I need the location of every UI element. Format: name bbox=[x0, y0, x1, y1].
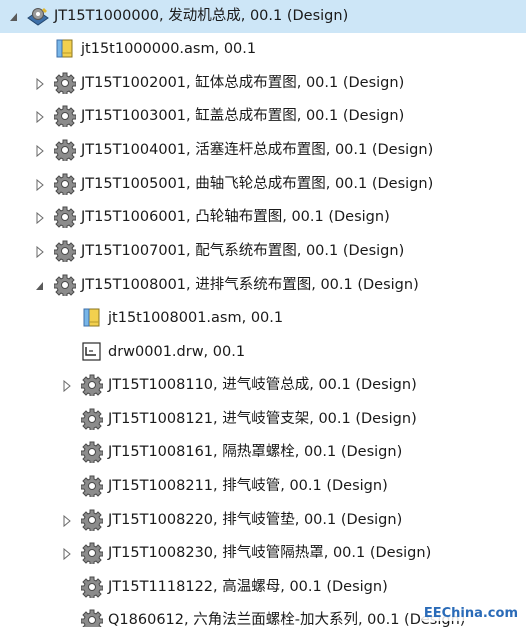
expanded-arrow-icon[interactable] bbox=[34, 279, 46, 293]
tree-item-part[interactable]: JT15T1008110, 进气岐管总成, 00.1 (Design) bbox=[0, 369, 526, 402]
tree-item-part[interactable]: JT15T1006001, 凸轮轴布置图, 00.1 (Design) bbox=[0, 201, 526, 234]
tree-item-label: JT15T1007001, 配气系统布置图, 00.1 (Design) bbox=[81, 243, 405, 259]
gear-icon bbox=[54, 240, 76, 262]
gear-icon bbox=[54, 173, 76, 195]
structure-tree: JT15T1000000, 发动机总成, 00.1 (Design) jt15t… bbox=[0, 0, 526, 627]
gear-icon bbox=[54, 139, 76, 161]
tree-item-drawing-file[interactable]: drw0001.drw, 00.1 bbox=[0, 336, 526, 369]
collapsed-arrow-icon[interactable] bbox=[34, 211, 46, 225]
drawing-file-icon bbox=[81, 341, 103, 363]
tree-item-part[interactable]: JT15T1002001, 缸体总成布置图, 00.1 (Design) bbox=[0, 67, 526, 100]
tree-item-part[interactable]: JT15T1008220, 排气岐管垫, 00.1 (Design) bbox=[0, 504, 526, 537]
tree-item-label: drw0001.drw, 00.1 bbox=[108, 344, 246, 360]
tree-item-label: JT15T1008121, 进气岐管支架, 00.1 (Design) bbox=[108, 411, 417, 427]
tree-item-label: JT15T1008110, 进气岐管总成, 00.1 (Design) bbox=[108, 377, 417, 393]
tree-item-asm-file[interactable]: jt15t1008001.asm, 00.1 bbox=[0, 302, 526, 335]
tree-item-label: jt15t1000000.asm, 00.1 bbox=[81, 41, 257, 57]
tree-item-label: JT15T1008220, 排气岐管垫, 00.1 (Design) bbox=[108, 512, 403, 528]
tree-item-label: JT15T1004001, 活塞连杆总成布置图, 00.1 (Design) bbox=[81, 142, 434, 158]
expanded-arrow-icon[interactable] bbox=[8, 10, 20, 24]
tree-item-label: JT15T1008161, 隔热罩螺栓, 00.1 (Design) bbox=[108, 444, 403, 460]
tree-item-label: jt15t1008001.asm, 00.1 bbox=[108, 310, 284, 326]
gear-icon bbox=[81, 475, 103, 497]
collapsed-arrow-icon[interactable] bbox=[34, 110, 46, 124]
gear-icon bbox=[81, 374, 103, 396]
gear-icon bbox=[81, 576, 103, 598]
collapsed-arrow-icon[interactable] bbox=[61, 379, 73, 393]
collapsed-arrow-icon[interactable] bbox=[61, 514, 73, 528]
tree-item-part[interactable]: JT15T1004001, 活塞连杆总成布置图, 00.1 (Design) bbox=[0, 134, 526, 167]
site-watermark: EEChina.com bbox=[421, 606, 520, 621]
tree-item-root[interactable]: JT15T1000000, 发动机总成, 00.1 (Design) bbox=[0, 0, 526, 33]
tree-item-label: JT15T1002001, 缸体总成布置图, 00.1 (Design) bbox=[81, 75, 405, 91]
tree-item-label: JT15T1008001, 进排气系统布置图, 00.1 (Design) bbox=[81, 277, 419, 293]
gear-icon bbox=[54, 274, 76, 296]
tree-item-label: JT15T1000000, 发动机总成, 00.1 (Design) bbox=[54, 8, 349, 24]
tree-item-part[interactable]: JT15T1118122, 高温螺母, 00.1 (Design) bbox=[0, 571, 526, 604]
collapsed-arrow-icon[interactable] bbox=[34, 178, 46, 192]
tree-item-part-expanded[interactable]: JT15T1008001, 进排气系统布置图, 00.1 (Design) bbox=[0, 269, 526, 302]
gear-icon bbox=[81, 542, 103, 564]
tree-item-part[interactable]: JT15T1007001, 配气系统布置图, 00.1 (Design) bbox=[0, 235, 526, 268]
tree-item-part[interactable]: JT15T1008211, 排气岐管, 00.1 (Design) bbox=[0, 470, 526, 503]
gear-icon bbox=[54, 72, 76, 94]
gear-icon bbox=[81, 509, 103, 531]
tree-item-label: JT15T1005001, 曲轴飞轮总成布置图, 00.1 (Design) bbox=[81, 176, 434, 192]
collapsed-arrow-icon[interactable] bbox=[34, 245, 46, 259]
tree-item-part[interactable]: JT15T1008121, 进气岐管支架, 00.1 (Design) bbox=[0, 403, 526, 436]
tree-item-label: JT15T1118122, 高温螺母, 00.1 (Design) bbox=[108, 579, 388, 595]
tree-item-label: JT15T1008211, 排气岐管, 00.1 (Design) bbox=[108, 478, 388, 494]
tree-item-label: JT15T1008230, 排气岐管隔热罩, 00.1 (Design) bbox=[108, 545, 432, 561]
tree-item-part[interactable]: JT15T1003001, 缸盖总成布置图, 00.1 (Design) bbox=[0, 100, 526, 133]
collapsed-arrow-icon[interactable] bbox=[61, 547, 73, 561]
tree-item-part[interactable]: JT15T1005001, 曲轴飞轮总成布置图, 00.1 (Design) bbox=[0, 168, 526, 201]
gear-icon bbox=[81, 441, 103, 463]
assembly-root-icon bbox=[26, 5, 49, 27]
collapsed-arrow-icon[interactable] bbox=[34, 77, 46, 91]
tree-item-part[interactable]: JT15T1008230, 排气岐管隔热罩, 00.1 (Design) bbox=[0, 537, 526, 570]
gear-icon bbox=[81, 408, 103, 430]
gear-icon bbox=[54, 105, 76, 127]
asm-file-icon bbox=[81, 307, 103, 329]
collapsed-arrow-icon[interactable] bbox=[34, 144, 46, 158]
tree-item-asm-file[interactable]: jt15t1000000.asm, 00.1 bbox=[0, 33, 526, 66]
tree-item-label: JT15T1006001, 凸轮轴布置图, 00.1 (Design) bbox=[81, 209, 390, 225]
tree-item-part[interactable]: JT15T1008161, 隔热罩螺栓, 00.1 (Design) bbox=[0, 436, 526, 469]
gear-icon bbox=[81, 609, 103, 627]
tree-item-label: Q1860612, 六角法兰面螺栓-加大系列, 00.1 (Design) bbox=[108, 612, 466, 627]
asm-file-icon bbox=[54, 38, 76, 60]
gear-icon bbox=[54, 206, 76, 228]
tree-item-label: JT15T1003001, 缸盖总成布置图, 00.1 (Design) bbox=[81, 108, 405, 124]
